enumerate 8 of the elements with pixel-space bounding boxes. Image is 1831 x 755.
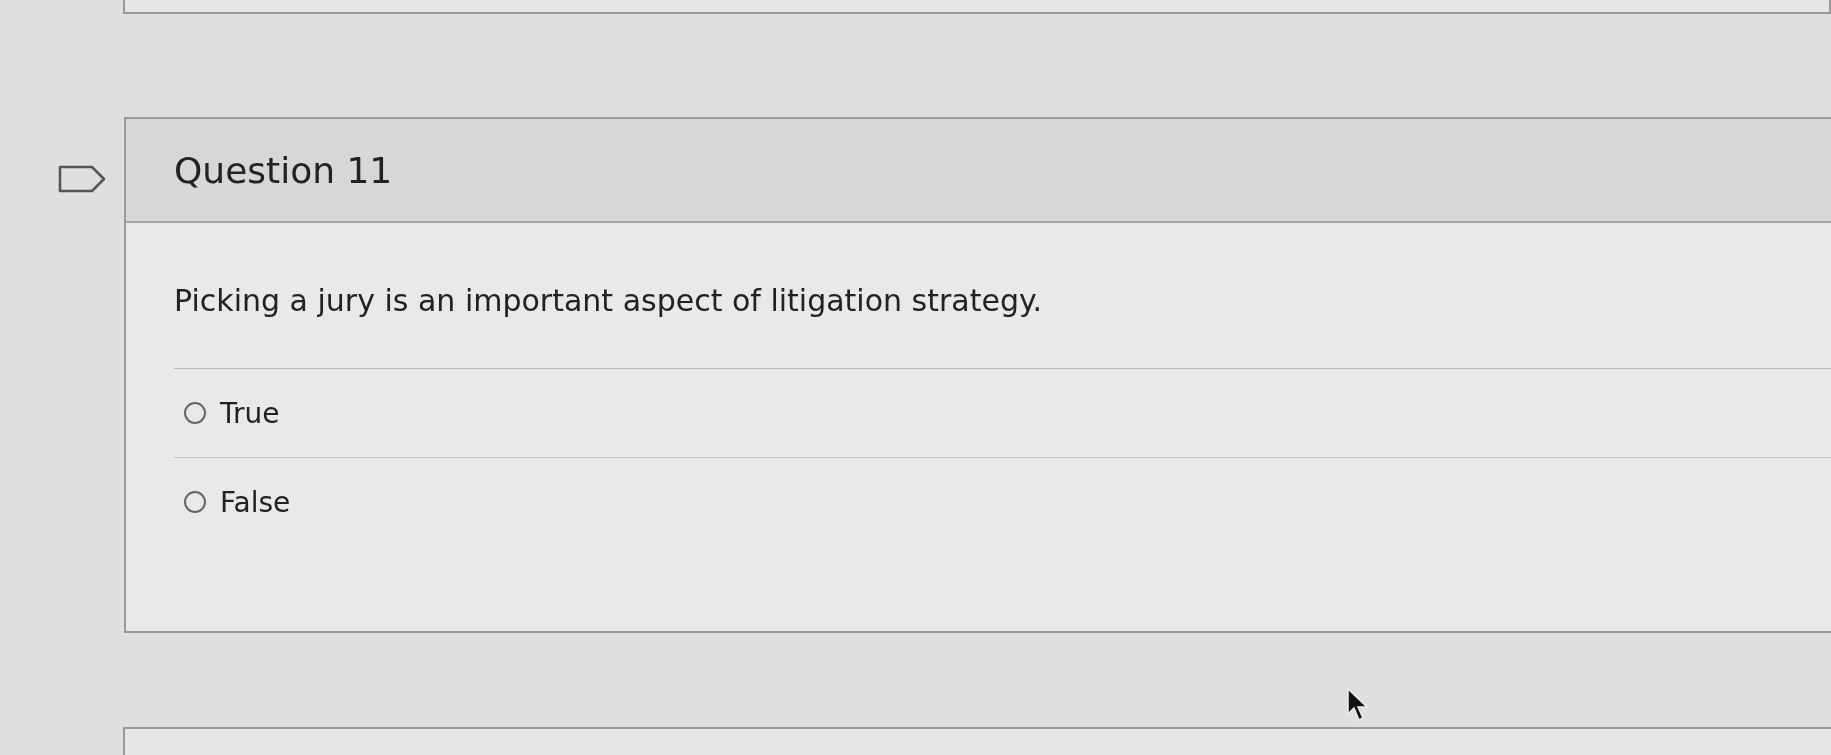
flag-icon[interactable] xyxy=(58,165,106,193)
mouse-pointer-icon xyxy=(1347,688,1369,722)
question-title: Question 11 xyxy=(174,149,393,191)
question-text: Picking a jury is an important aspect of litigation strategy. xyxy=(174,283,1831,369)
radio-button[interactable] xyxy=(184,402,206,424)
radio-button[interactable] xyxy=(184,491,206,513)
answer-option[interactable]: True xyxy=(174,369,1831,458)
answer-option[interactable]: False xyxy=(174,458,1831,546)
